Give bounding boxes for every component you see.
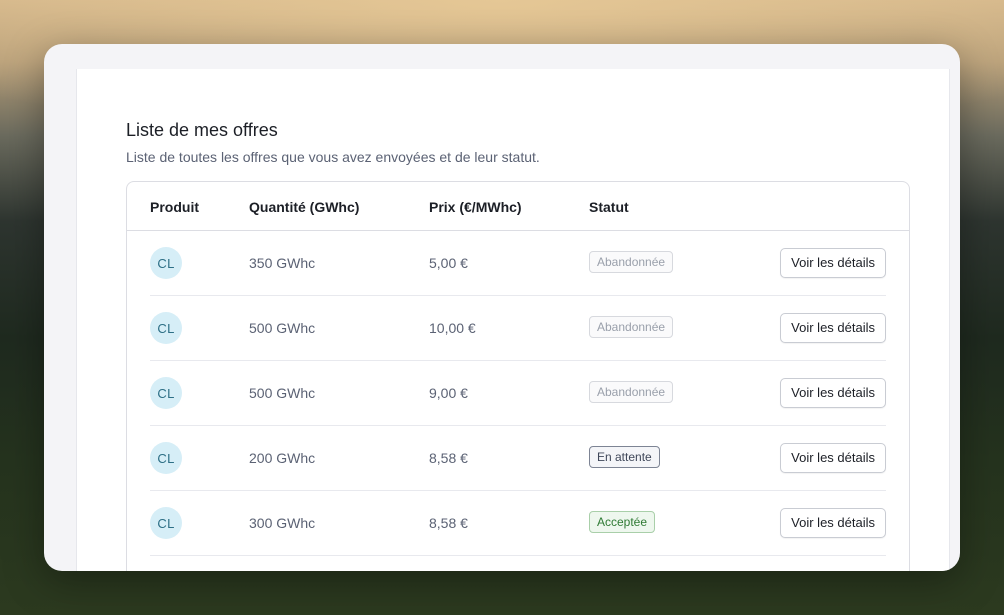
status-badge: Abandonnée bbox=[589, 381, 674, 403]
offers-panel: Liste de mes offres Liste de toutes les … bbox=[76, 69, 950, 571]
price-cell: 5,00 € bbox=[429, 255, 468, 271]
quantity-cell: 500 GWhc bbox=[249, 320, 316, 336]
quantity-cell: 300 GWhc bbox=[249, 515, 316, 531]
status-badge: En attente bbox=[589, 446, 660, 468]
header-status: Statut bbox=[589, 199, 629, 215]
table-row: CL 300 GWhc 8,58 € Acceptée Voir les dét… bbox=[150, 491, 886, 556]
view-details-button[interactable]: Voir les détails bbox=[780, 248, 886, 278]
view-details-button[interactable]: Voir les détails bbox=[780, 313, 886, 343]
table-row: CL 500 GWhc 10,00 € Abandonnée Voir les … bbox=[150, 296, 886, 361]
header-quantity: Quantité (GWhc) bbox=[249, 199, 360, 215]
view-details-button[interactable]: Voir les détails bbox=[780, 378, 886, 408]
table-row: CL 200 GWhc 8,58 € En attente Voir les d… bbox=[150, 426, 886, 491]
status-badge: Acceptée bbox=[589, 511, 656, 533]
offers-table: Produit Quantité (GWhc) Prix (€/MWhc) St… bbox=[126, 181, 910, 571]
price-cell: 8,58 € bbox=[429, 450, 468, 466]
quantity-cell: 500 GWhc bbox=[249, 385, 316, 401]
product-avatar: CL bbox=[150, 312, 182, 344]
product-avatar: CL bbox=[150, 442, 182, 474]
price-cell: 10,00 € bbox=[429, 320, 476, 336]
view-details-button[interactable]: Voir les détails bbox=[780, 508, 886, 538]
product-avatar: CL bbox=[150, 247, 182, 279]
app-window: Liste de mes offres Liste de toutes les … bbox=[44, 44, 960, 571]
product-avatar: CL bbox=[150, 507, 182, 539]
table-row: CL 500 GWhc 9,00 € Abandonnée Voir les d… bbox=[150, 361, 886, 426]
page-subtitle: Liste de toutes les offres que vous avez… bbox=[126, 149, 540, 165]
header-product: Produit bbox=[150, 199, 199, 215]
table-header: Produit Quantité (GWhc) Prix (€/MWhc) St… bbox=[127, 182, 909, 231]
price-cell: 9,00 € bbox=[429, 385, 468, 401]
table-row: CL 350 GWhc 5,00 € Abandonnée Voir les d… bbox=[150, 231, 886, 296]
quantity-cell: 350 GWhc bbox=[249, 255, 316, 271]
price-cell: 8,58 € bbox=[429, 515, 468, 531]
product-avatar: CL bbox=[150, 377, 182, 409]
page-title: Liste de mes offres bbox=[126, 120, 278, 140]
header-price: Prix (€/MWhc) bbox=[429, 199, 522, 215]
view-details-button[interactable]: Voir les détails bbox=[780, 443, 886, 473]
status-badge: Abandonnée bbox=[589, 316, 674, 338]
quantity-cell: 200 GWhc bbox=[249, 450, 316, 466]
status-badge: Abandonnée bbox=[589, 251, 674, 273]
